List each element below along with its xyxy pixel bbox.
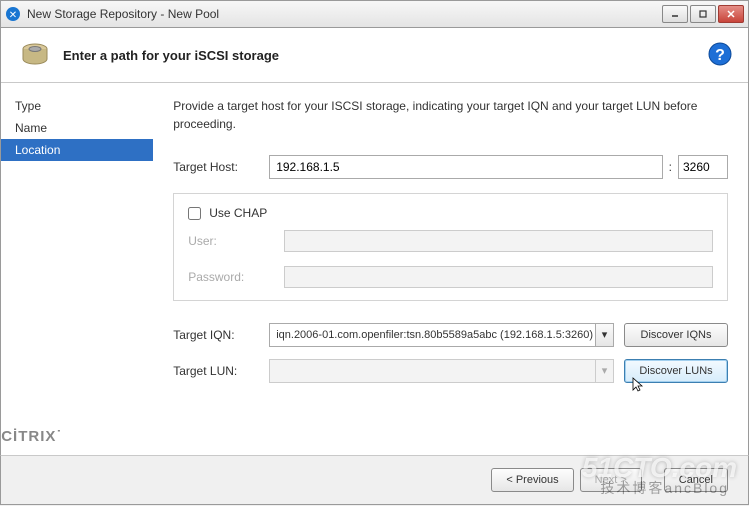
target-host-label: Target Host:: [173, 160, 269, 174]
wizard-footer: < Previous Next > Cancel: [0, 455, 749, 505]
titlebar: ✕ New Storage Repository - New Pool: [0, 0, 749, 28]
chap-password-row: Password:: [188, 266, 713, 288]
close-button[interactable]: [718, 5, 744, 23]
wizard-header: Enter a path for your iSCSI storage ?: [0, 28, 749, 82]
main-area: Type Name Location Provide a target host…: [0, 83, 749, 455]
target-iqn-label: Target IQN:: [173, 328, 269, 342]
discover-iqns-button[interactable]: Discover IQNs: [624, 323, 728, 347]
target-lun-row: Target LUN: ▾ Discover LUNs: [173, 359, 728, 383]
target-iqn-dropdown[interactable]: iqn.2006-01.com.openfiler:tsn.80b5589a5a…: [269, 323, 614, 347]
storage-icon: [19, 39, 51, 71]
chevron-down-icon: ▾: [595, 324, 613, 346]
target-lun-dropdown: ▾: [269, 359, 614, 383]
window-title: New Storage Repository - New Pool: [27, 7, 662, 21]
cancel-button[interactable]: Cancel: [664, 468, 728, 492]
use-chap-checkbox[interactable]: Use CHAP: [188, 206, 713, 220]
sidebar-item-location[interactable]: Location: [1, 139, 153, 161]
port-separator: :: [669, 160, 672, 174]
target-iqn-row: Target IQN: iqn.2006-01.com.openfiler:ts…: [173, 323, 728, 347]
next-button: Next >: [580, 468, 642, 492]
chap-password-input: [284, 266, 713, 288]
citrix-logo: CİTRIX˙: [1, 428, 62, 445]
minimize-button[interactable]: [662, 5, 688, 23]
chap-password-label: Password:: [188, 270, 284, 284]
target-lun-label: Target LUN:: [173, 364, 269, 378]
chap-user-input: [284, 230, 713, 252]
port-input[interactable]: [678, 155, 728, 179]
page-title: Enter a path for your iSCSI storage: [63, 48, 279, 63]
wizard-steps-sidebar: Type Name Location: [1, 83, 153, 455]
previous-button[interactable]: < Previous: [491, 468, 573, 492]
target-iqn-value: iqn.2006-01.com.openfiler:tsn.80b5589a5a…: [276, 329, 593, 341]
discover-luns-button[interactable]: Discover LUNs: [624, 359, 728, 383]
target-host-input[interactable]: [269, 155, 662, 179]
target-host-row: Target Host: :: [173, 155, 728, 179]
chap-group: Use CHAP User: Password:: [173, 193, 728, 301]
chap-label: Use CHAP: [209, 206, 267, 220]
window-controls: [662, 5, 744, 23]
content-panel: Provide a target host for your ISCSI sto…: [153, 83, 748, 455]
svg-text:✕: ✕: [9, 10, 17, 21]
chap-user-label: User:: [188, 234, 284, 248]
sidebar-item-name[interactable]: Name: [1, 117, 153, 139]
help-icon[interactable]: ?: [708, 42, 732, 66]
chap-user-row: User:: [188, 230, 713, 252]
svg-text:?: ?: [715, 47, 725, 64]
maximize-button[interactable]: [690, 5, 716, 23]
instruction-text: Provide a target host for your ISCSI sto…: [173, 97, 728, 133]
chevron-down-icon: ▾: [595, 360, 613, 382]
app-icon: ✕: [5, 6, 21, 22]
sidebar-item-type[interactable]: Type: [1, 95, 153, 117]
chap-checkbox-input[interactable]: [188, 207, 201, 220]
